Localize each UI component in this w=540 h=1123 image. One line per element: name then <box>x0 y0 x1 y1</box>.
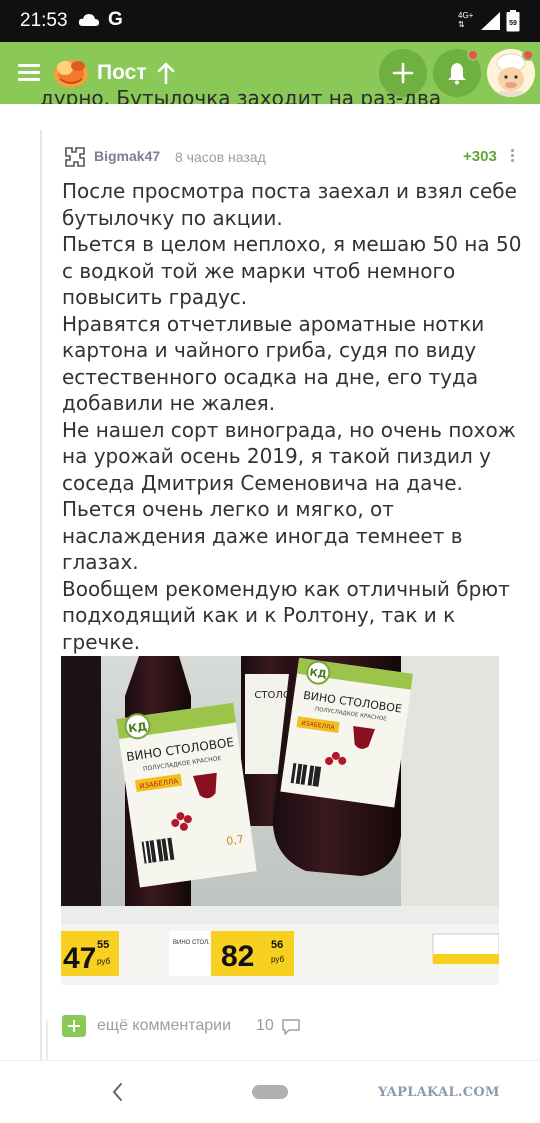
svg-text:руб: руб <box>97 957 110 966</box>
status-bar: 21:53 G 4G+ ⇅ 59 <box>0 0 540 42</box>
comment-line: наслаждения даже иногда темнеет в <box>62 523 463 548</box>
comment-line: Пьется очень легко и мягко, от <box>62 497 394 521</box>
comment-line: Не нашел сорт винограда, но очень похож <box>62 417 516 442</box>
avatar-badge <box>522 49 534 61</box>
svg-text:55: 55 <box>97 939 109 951</box>
svg-text:82: 82 <box>221 940 254 973</box>
wine-bottles-image: СТОЛОВ КД ВИНО СТОЛОВОЕ ПОЛУСЛАДКОЕ КРАС… <box>61 656 499 985</box>
comment-line: бутылочку по акции. <box>62 205 283 230</box>
cut-mask <box>0 104 540 112</box>
comment-line: гречке. <box>62 629 141 654</box>
comment-line: на урожай осень 2019, я такой пиздил у <box>62 444 491 468</box>
comment-line: Вообщем рекомендую как отличный брют <box>62 576 510 601</box>
svg-text:47: 47 <box>63 942 96 975</box>
cloud-icon <box>78 14 99 26</box>
signal-icon <box>481 12 500 30</box>
comment-line: добавили не жалея. <box>62 391 276 415</box>
page-title: Пост <box>97 61 147 84</box>
comment-time[interactable]: 8 часов назад <box>175 149 266 165</box>
watermark: YAPLAKAL.COM <box>378 1085 500 1100</box>
svg-text:56: 56 <box>271 939 283 951</box>
svg-text:руб: руб <box>271 955 284 964</box>
battery-icon: 59 <box>506 10 520 32</box>
comment-author[interactable]: Bigmak47 <box>94 148 160 164</box>
thread-line-secondary <box>46 1020 48 1060</box>
google-g-icon: G <box>108 9 123 30</box>
comment-line: естественного осадка на дне, его туда <box>62 364 479 389</box>
comment-line: После просмотра поста заехал и взял себе <box>62 179 517 203</box>
comment-line: Пьется в целом неплохо, я мешаю 50 на 50 <box>62 232 522 256</box>
thread-line <box>40 130 42 1060</box>
arrow-up-icon[interactable] <box>156 62 176 84</box>
status-time: 21:53 <box>20 10 68 31</box>
back-icon[interactable] <box>110 1081 124 1103</box>
notification-badge <box>467 49 479 61</box>
bell-icon <box>448 63 466 85</box>
network-type: 4G+ ⇅ <box>458 11 474 29</box>
system-nav-bar: YAPLAKAL.COM <box>0 1060 540 1123</box>
svg-text:ВИНО СТОЛ.: ВИНО СТОЛ. <box>173 940 210 946</box>
svg-text:0,7: 0,7 <box>225 833 244 848</box>
comment-photo[interactable]: СТОЛОВ КД ВИНО СТОЛОВОЕ ПОЛУСЛАДКОЕ КРАС… <box>61 656 499 985</box>
home-button[interactable] <box>252 1085 288 1099</box>
comment-rating[interactable]: +303 <box>463 148 497 165</box>
comment-bubble-icon <box>282 1019 300 1035</box>
comment-line: соседа Дмитрия Семеновича на даче. <box>62 470 463 495</box>
comment-body: После просмотра поста заехал и взял себе… <box>62 178 532 655</box>
comment-line: картона и чайного гриба, судя по виду <box>62 338 477 362</box>
menu-icon[interactable] <box>18 64 40 82</box>
svg-text:59: 59 <box>509 20 517 27</box>
comment-line: Нравятся отчетливые ароматные нотки <box>62 311 485 336</box>
comment-line: глазах. <box>62 550 139 574</box>
svg-text:КД: КД <box>127 720 148 736</box>
more-comments-link[interactable]: ещё комментарии <box>97 1017 231 1035</box>
user-rank-icon <box>65 147 85 167</box>
comment-line: подходящий как и к Ролтону, так и к <box>62 603 456 627</box>
comment-line: с водкой той же марки чтоб немного <box>62 258 456 283</box>
more-options-icon[interactable] <box>507 147 517 167</box>
comment-line: повысить градус. <box>62 285 248 309</box>
plus-icon <box>392 62 414 84</box>
expand-comments-button[interactable] <box>62 1015 86 1037</box>
more-comments-count: 10 <box>256 1017 274 1034</box>
